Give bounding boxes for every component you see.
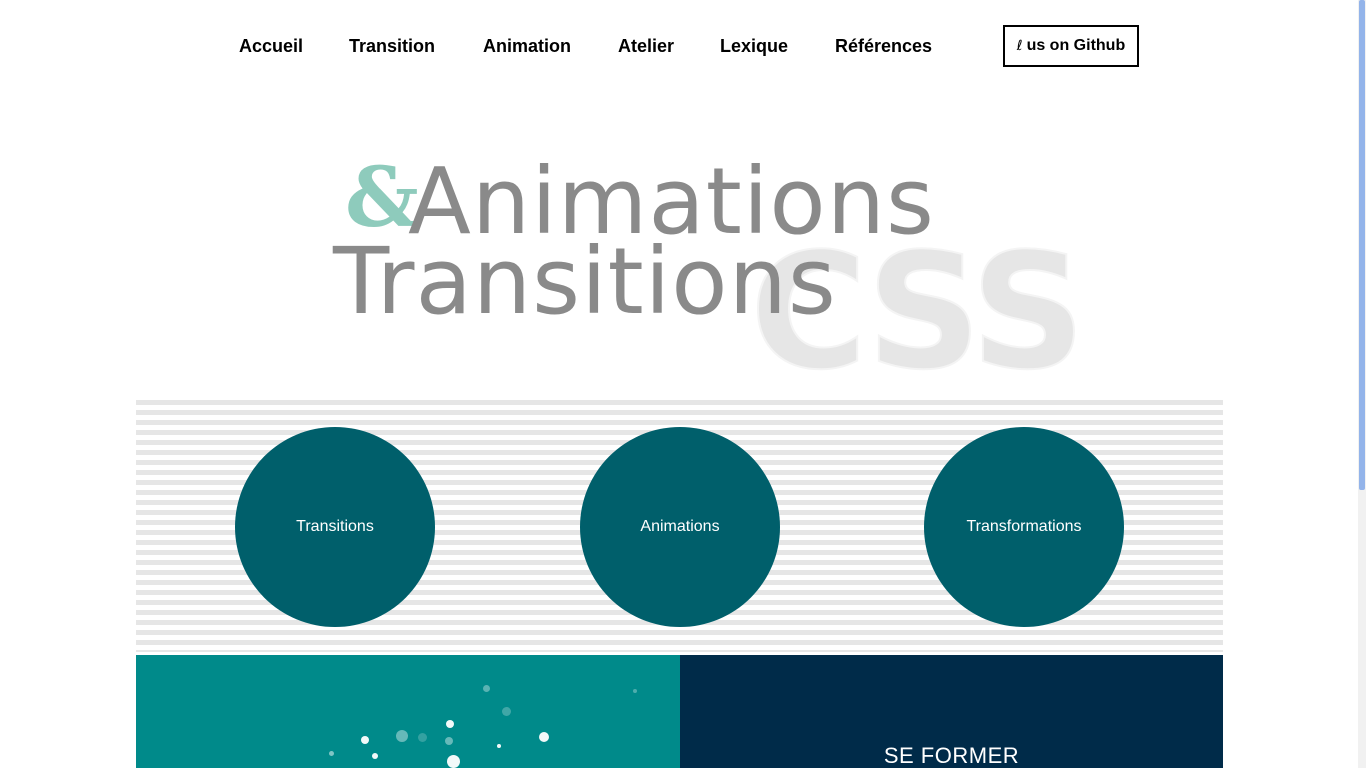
particle-dot xyxy=(447,755,460,768)
circle-link-transformations[interactable]: Transformations xyxy=(924,427,1124,627)
fork-icon: ℓ xyxy=(1016,38,1023,54)
particle-dot xyxy=(502,707,511,716)
particle-dot xyxy=(539,732,549,742)
particle-dot xyxy=(372,753,378,759)
particle-dot xyxy=(396,730,408,742)
page-scrollbar[interactable] xyxy=(1358,0,1366,768)
nav-link-atelier[interactable]: Atelier xyxy=(618,36,674,57)
particle-dot xyxy=(445,737,453,745)
nav-link-animation[interactable]: Animation xyxy=(483,36,571,57)
particle-dot xyxy=(483,685,490,692)
particle-dot xyxy=(418,733,427,742)
training-panel[interactable]: SE FORMER xyxy=(680,655,1223,768)
nav-link-references[interactable]: Références xyxy=(835,36,932,57)
circle-link-animations[interactable]: Animations xyxy=(580,427,780,627)
nav-link-lexique[interactable]: Lexique xyxy=(720,36,788,57)
particle-dot xyxy=(633,689,637,693)
particle-dot xyxy=(329,751,334,756)
particle-dot xyxy=(497,744,501,748)
circle-label: Transformations xyxy=(966,518,1082,535)
se-former-heading: SE FORMER xyxy=(883,743,1020,768)
particles-panel xyxy=(136,655,680,768)
nav-link-transition[interactable]: Transition xyxy=(349,36,435,57)
title-transitions: Transitions xyxy=(333,228,837,335)
nav-link-accueil[interactable]: Accueil xyxy=(239,36,303,57)
circle-label: Animations xyxy=(640,518,720,535)
top-nav: Accueil Transition Animation Atelier Lex… xyxy=(0,0,1358,92)
circle-link-transitions[interactable]: Transitions xyxy=(235,427,435,627)
fork-on-github-button[interactable]: ℓ us on Github xyxy=(1003,25,1139,67)
github-button-label: us on Github xyxy=(1026,37,1126,54)
particle-dot xyxy=(446,720,454,728)
circle-label: Transitions xyxy=(296,518,374,535)
hero-title: CSS & Animations Transitions xyxy=(0,92,1358,398)
particle-dot xyxy=(361,736,369,744)
topics-band: Transitions Animations Transformations xyxy=(136,400,1223,652)
scrollbar-thumb[interactable] xyxy=(1359,0,1365,490)
